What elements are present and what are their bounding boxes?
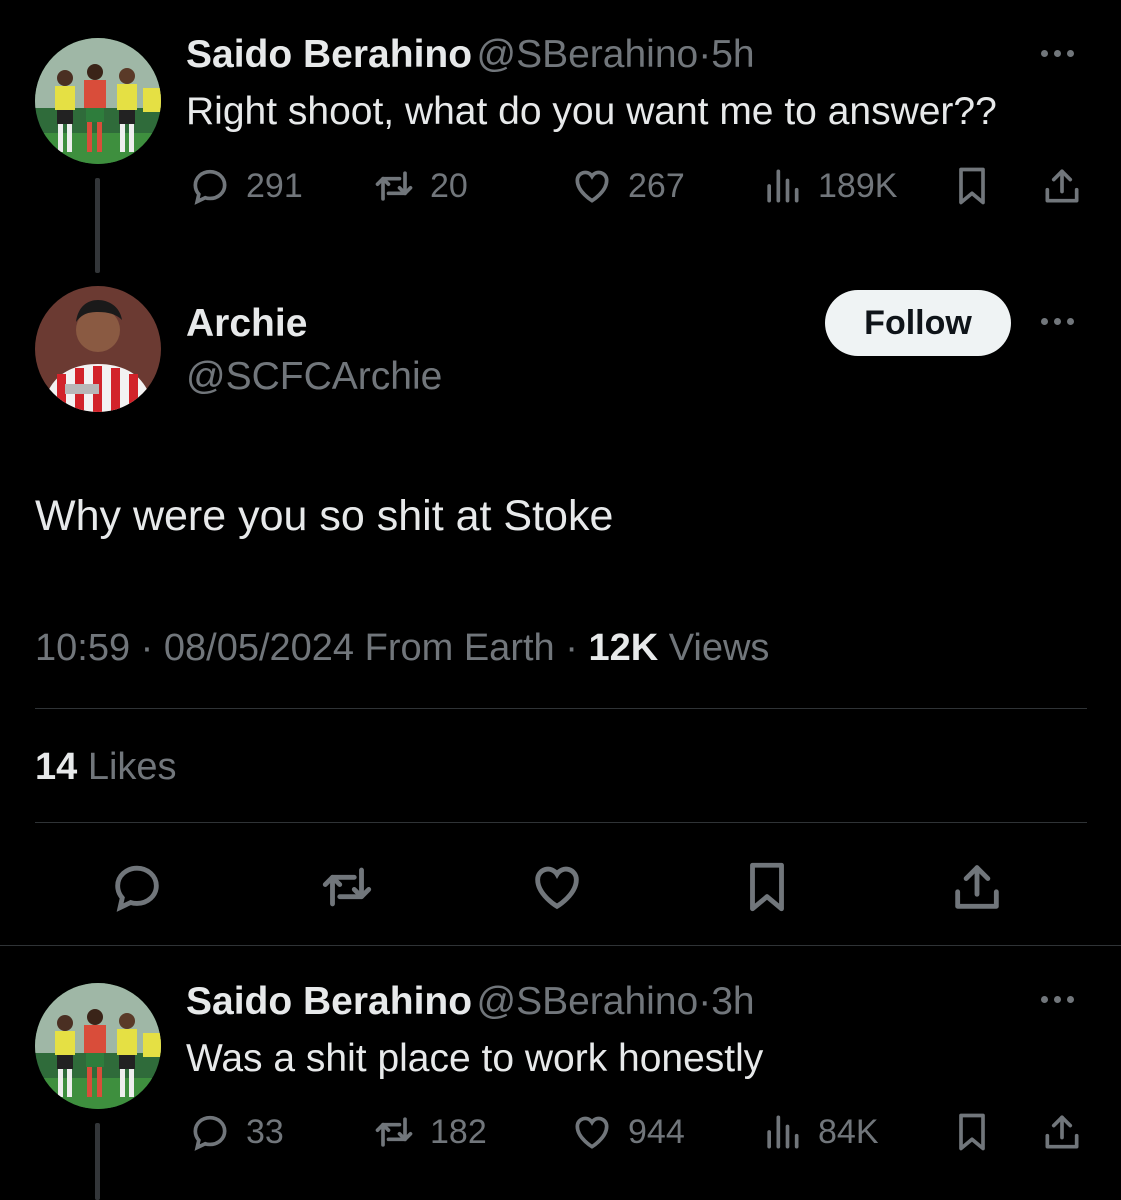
retweet-button[interactable]: 182	[372, 1110, 487, 1154]
views-button[interactable]: 84K	[760, 1110, 879, 1154]
reply-count: 291	[246, 166, 303, 205]
heart-icon	[528, 858, 586, 916]
heart-icon	[570, 164, 614, 208]
reply-button[interactable]	[108, 858, 166, 921]
like-button[interactable]	[528, 858, 586, 921]
author-name[interactable]: Saido Berahino	[186, 33, 472, 76]
likes-label: Likes	[87, 746, 177, 788]
tweet-meta: 10:59 · 08/05/2024 From Earth · 12K View…	[35, 627, 769, 670]
author-handle[interactable]: @SCFCArchie	[186, 355, 442, 399]
views-icon	[760, 164, 804, 208]
like-button[interactable]: 267	[570, 164, 685, 208]
tweet-source: From Earth	[364, 627, 555, 669]
separator: ·	[565, 627, 578, 669]
reply-icon	[188, 164, 232, 208]
bookmark-button[interactable]	[950, 1110, 994, 1154]
tweet-time[interactable]: 10:59	[35, 627, 130, 669]
share-button[interactable]	[1040, 1110, 1084, 1154]
views-count: 84K	[818, 1112, 879, 1151]
like-count: 944	[628, 1112, 685, 1151]
reply-button[interactable]: 291	[188, 164, 303, 208]
like-count: 267	[628, 166, 685, 205]
more-icon[interactable]	[1041, 50, 1074, 57]
divider	[35, 822, 1087, 823]
share-icon	[1040, 164, 1084, 208]
author-name[interactable]: Archie	[186, 302, 307, 346]
tweet-time[interactable]: 5h	[711, 33, 754, 76]
retweet-button[interactable]	[318, 858, 376, 921]
share-icon	[1040, 1110, 1084, 1154]
follow-button[interactable]: Follow	[825, 290, 1011, 356]
separator: ·	[140, 627, 154, 669]
avatar-saido[interactable]	[35, 983, 161, 1109]
likes-summary[interactable]: 14 Likes	[35, 746, 177, 789]
tweet-time[interactable]: 3h	[711, 980, 754, 1023]
thread-line	[95, 178, 100, 273]
bookmark-button[interactable]	[950, 164, 994, 208]
author-handle[interactable]: @SBerahino	[477, 33, 699, 76]
separator: ·	[698, 33, 712, 76]
heart-icon	[570, 1110, 614, 1154]
bookmark-icon	[950, 164, 994, 208]
divider	[35, 708, 1087, 709]
divider	[0, 945, 1121, 946]
tweet-header: Saido Berahino @SBerahino·5h	[186, 33, 755, 77]
bookmark-icon	[950, 1110, 994, 1154]
tweet-header: Saido Berahino @SBerahino·3h	[186, 980, 755, 1024]
views-label: Views	[668, 627, 770, 669]
avatar-archie[interactable]	[35, 286, 161, 412]
tweet-text: Was a shit place to work honestly	[186, 1037, 764, 1080]
separator: ·	[698, 980, 712, 1023]
share-icon	[948, 858, 1006, 916]
bookmark-icon	[738, 858, 796, 916]
tweet-text: Why were you so shit at Stoke	[35, 492, 614, 540]
share-button[interactable]	[1040, 164, 1084, 208]
bookmark-button[interactable]	[738, 858, 796, 921]
tweet-text: Right shoot, what do you want me to answ…	[186, 90, 997, 133]
share-button[interactable]	[948, 858, 1006, 921]
views-count: 12K	[588, 627, 659, 669]
likes-count: 14	[35, 746, 78, 788]
retweet-count: 182	[430, 1112, 487, 1151]
reply-icon	[108, 858, 166, 916]
more-icon[interactable]	[1041, 318, 1074, 325]
author-name[interactable]: Saido Berahino	[186, 980, 472, 1023]
reply-count: 33	[246, 1112, 284, 1151]
tweet-date[interactable]: 08/05/2024	[164, 627, 354, 669]
views-button[interactable]: 189K	[760, 164, 897, 208]
like-button[interactable]: 944	[570, 1110, 685, 1154]
retweet-icon	[372, 164, 416, 208]
retweet-count: 20	[430, 166, 468, 205]
reply-icon	[188, 1110, 232, 1154]
thread-line	[95, 1123, 100, 1200]
retweet-icon	[372, 1110, 416, 1154]
views-count: 189K	[818, 166, 898, 205]
views-icon	[760, 1110, 804, 1154]
avatar-saido[interactable]	[35, 38, 161, 164]
retweet-icon	[318, 858, 376, 916]
author-handle[interactable]: @SBerahino	[477, 980, 699, 1023]
more-icon[interactable]	[1041, 996, 1074, 1003]
reply-button[interactable]: 33	[188, 1110, 284, 1154]
retweet-button[interactable]: 20	[372, 164, 468, 208]
